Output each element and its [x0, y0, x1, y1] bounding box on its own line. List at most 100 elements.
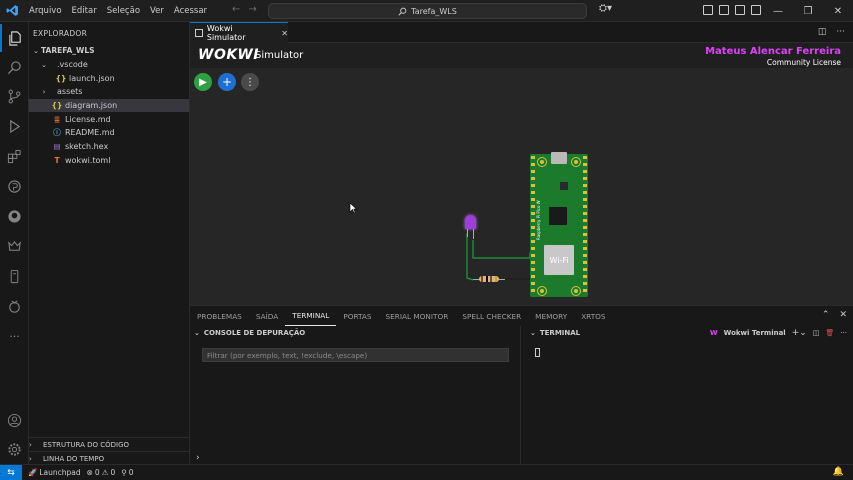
folder-vscode[interactable]: ⌄ .vscode	[29, 58, 189, 72]
tab-saida[interactable]: SAÍDA	[249, 306, 285, 326]
file-license-md[interactable]: ≣ License.md	[29, 112, 189, 126]
customize-layout-icon[interactable]	[751, 5, 761, 15]
run-debug-icon[interactable]	[0, 112, 29, 140]
search-view-icon[interactable]	[0, 53, 29, 81]
json-file-icon: {}	[55, 73, 67, 83]
license-type: Community License	[766, 58, 841, 67]
file-readme-md[interactable]: ⓘ README.md	[29, 126, 189, 140]
restore-icon[interactable]: ❐	[793, 0, 823, 22]
tab-problemas[interactable]: PROBLEMAS	[190, 306, 249, 326]
wokwi-icon[interactable]	[0, 232, 29, 260]
activity-bar: ···	[0, 22, 29, 464]
bottom-panel: PROBLEMAS SAÍDA TERMINAL PORTAS SERIAL M…	[190, 305, 853, 465]
wokwi-title: Simulator	[255, 50, 304, 61]
timeline-section[interactable]: › LINHA DO TEMPO	[29, 451, 190, 465]
split-terminal-icon[interactable]: ◫	[813, 329, 820, 337]
chevron-down-icon: ⌄	[530, 329, 536, 337]
debug-console-header[interactable]: ⌄ CONSOLE DE DEPURAÇÃO	[190, 326, 520, 340]
purple-led[interactable]	[465, 215, 477, 239]
chevron-down-icon: ⌄	[41, 60, 47, 69]
close-panel-icon[interactable]: ✕	[839, 310, 847, 320]
file-sketch-hex[interactable]: ▤ sketch.hex	[29, 140, 189, 154]
debug-filter-input[interactable]: Filtrar (por exemplo, text, !exclude, \e…	[202, 348, 509, 362]
menu-acessar[interactable]: Acessar	[169, 6, 212, 16]
source-control-icon[interactable]	[0, 82, 29, 110]
copilot-icon[interactable]: ⛭▾	[599, 3, 612, 14]
chevron-down-icon: ⌄	[33, 46, 39, 55]
file-wokwi-toml[interactable]: T wokwi.toml	[29, 154, 189, 168]
license-file-icon: ≣	[53, 114, 61, 124]
mouse-cursor-icon	[349, 202, 357, 214]
info-file-icon: ⓘ	[53, 128, 61, 138]
toml-file-icon: T	[54, 155, 60, 165]
extensions-icon[interactable]	[0, 142, 29, 170]
platformio-icon[interactable]	[0, 172, 29, 200]
chevron-right-icon: ›	[42, 87, 46, 96]
title-bar: Arquivo Editar Seleção Ver Acessar ← → T…	[0, 0, 853, 22]
minimize-icon[interactable]: —	[763, 0, 793, 22]
close-tab-icon[interactable]: ✕	[281, 29, 288, 38]
terminal-section: ⌄ TERMINAL W Wokwi Terminal +⌄ ◫ 🗑 ···	[526, 326, 853, 465]
terminal-name[interactable]: Wokwi Terminal	[724, 329, 786, 337]
notifications-bell-icon[interactable]: 🔔	[833, 467, 844, 477]
more-views-icon[interactable]: ···	[0, 322, 29, 350]
menu-bar: Arquivo Editar Seleção Ver Acessar	[24, 6, 212, 16]
accounts-icon[interactable]	[0, 406, 29, 434]
command-center-search[interactable]: Tarefa_WLS	[268, 3, 587, 19]
wokwi-header: WOKWI Simulator Mateus Alencar Ferreira …	[190, 43, 853, 68]
folder-assets[interactable]: › assets	[29, 85, 189, 99]
chevron-right-icon: ›	[29, 440, 32, 449]
split-editor-icon[interactable]: ◫	[818, 27, 827, 37]
outline-section[interactable]: › ESTRUTURA DO CÓDIGO	[29, 437, 190, 451]
file-launch-json[interactable]: {} launch.json	[29, 71, 189, 85]
tab-portas[interactable]: PORTAS	[336, 306, 378, 326]
menu-ver[interactable]: Ver	[145, 6, 169, 16]
raspberry-pi-pico-w-board[interactable]: Wi-Fi Raspberry Pi Pico W	[530, 152, 588, 297]
workspace-root[interactable]: ⌄ TAREFA_WLS	[29, 44, 189, 58]
collapse-panel-icon[interactable]: ⌃	[822, 310, 830, 320]
debug-console: ⌄ CONSOLE DE DEPURAÇÃO Filtrar (por exem…	[190, 326, 521, 465]
toggle-primary-sidebar-icon[interactable]	[703, 5, 713, 15]
menu-selecao[interactable]: Seleção	[102, 6, 145, 16]
explorer-icon[interactable]	[0, 24, 29, 52]
github-icon[interactable]	[0, 202, 29, 230]
hex-file-icon: ▤	[53, 142, 61, 152]
wokwi-tab-icon	[195, 29, 203, 37]
terminal-cursor[interactable]	[535, 348, 540, 357]
remote-indicator-icon[interactable]: ⇆	[0, 464, 22, 480]
tab-serial-monitor[interactable]: SERIAL MONITOR	[379, 306, 456, 326]
launchpad-status[interactable]: 🚀 Launchpad	[28, 468, 81, 477]
circuit-wires	[466, 233, 531, 281]
tab-spell-checker[interactable]: SPELL CHECKER	[455, 306, 528, 326]
forward-arrow-icon[interactable]: →	[248, 4, 256, 15]
new-terminal-icon[interactable]: +⌄	[792, 328, 807, 338]
toggle-secondary-sidebar-icon[interactable]	[735, 5, 745, 15]
menu-arquivo[interactable]: Arquivo	[24, 6, 67, 16]
back-arrow-icon[interactable]: ←	[232, 4, 240, 15]
kill-terminal-icon[interactable]: 🗑	[825, 329, 834, 337]
raspberry-pico-icon[interactable]	[0, 292, 29, 320]
resistor[interactable]	[473, 276, 505, 282]
close-window-icon[interactable]: ✕	[823, 0, 853, 22]
status-bar: ⇆ 🚀 Launchpad ⊗ 0 ⚠ 0 ⚲ 0 🔔	[0, 464, 853, 480]
wokwi-terminal-icon: W	[709, 329, 718, 337]
more-actions-icon[interactable]: ···	[836, 27, 845, 37]
menu-editar[interactable]: Editar	[67, 6, 102, 16]
remote-device-icon[interactable]	[0, 262, 29, 290]
search-icon	[398, 7, 407, 16]
ports-status[interactable]: ⚲ 0	[121, 468, 133, 477]
chevron-down-icon: ⌄	[194, 329, 200, 337]
tab-memory[interactable]: MEMORY	[528, 306, 574, 326]
license-name: Mateus Alencar Ferreira	[705, 46, 841, 57]
more-actions-icon[interactable]: ···	[840, 329, 847, 337]
manage-gear-icon[interactable]	[0, 435, 29, 463]
tab-xrtos[interactable]: XRTOS	[574, 306, 612, 326]
tab-wokwi-simulator[interactable]: Wokwi Simulator ✕	[190, 22, 288, 43]
console-prompt-icon[interactable]: ›	[196, 453, 200, 463]
tab-terminal[interactable]: TERMINAL	[285, 306, 337, 326]
toggle-panel-icon[interactable]	[719, 5, 729, 15]
file-diagram-json[interactable]: {} diagram.json	[29, 98, 189, 113]
problems-status[interactable]: ⊗ 0 ⚠ 0	[87, 468, 116, 477]
board-label: Raspberry Pi Pico W	[536, 200, 541, 240]
simulation-canvas[interactable]: ▶ + ⋮ Wi-Fi Raspberry Pi Pico W	[190, 68, 853, 305]
